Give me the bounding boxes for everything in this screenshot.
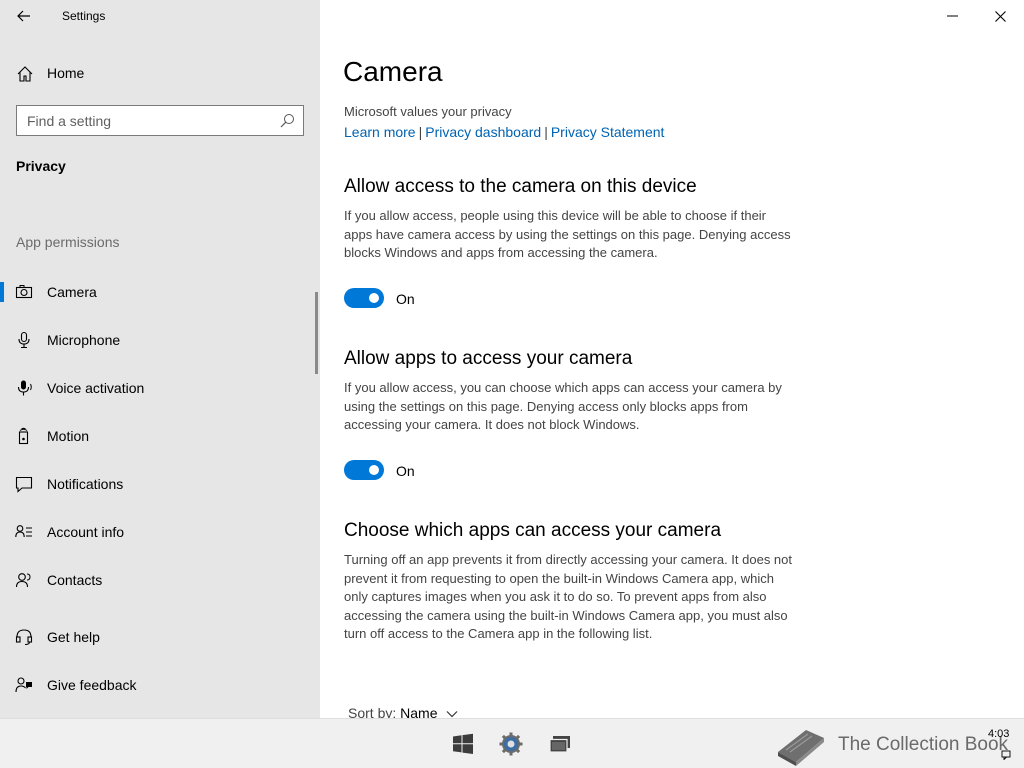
- section-heading-choose-apps: Choose which apps can access your camera: [344, 520, 722, 541]
- privacy-note: Microsoft values your privacy: [344, 104, 512, 119]
- privacy-statement-link[interactable]: Privacy Statement: [551, 124, 665, 140]
- watermark-text: The Collection Book: [838, 734, 1009, 755]
- sidebar-item-label: Voice activation: [47, 380, 145, 396]
- notifications-icon: [15, 476, 33, 493]
- microphone-icon: [18, 331, 30, 349]
- section-description: Turning off an app prevents it from dire…: [344, 552, 792, 641]
- app-title: Settings: [62, 9, 106, 23]
- sidebar-item-label: Contacts: [47, 572, 103, 588]
- home-icon: [17, 66, 33, 82]
- close-button[interactable]: [977, 0, 1023, 32]
- section-heading-app-access: Allow apps to access your camera: [344, 348, 633, 369]
- toggle-state-label: On: [396, 463, 415, 479]
- settings-gear-icon: [499, 732, 523, 756]
- sidebar-item-contacts[interactable]: Contacts: [0, 560, 316, 600]
- sidebar-item-account-info[interactable]: Account info: [0, 512, 316, 552]
- sidebar-item-camera[interactable]: Camera: [0, 272, 316, 312]
- sidebar-item-label: Home: [47, 65, 85, 81]
- account-info-icon: [15, 525, 32, 538]
- section-description: If you allow access, you can choose whic…: [344, 380, 782, 432]
- voice-activation-icon: [17, 380, 32, 396]
- selection-indicator: [0, 282, 4, 302]
- settings-taskbar-button[interactable]: [498, 731, 524, 757]
- sidebar-item-label: Motion: [47, 428, 90, 444]
- sidebar-item-motion[interactable]: Motion: [0, 416, 316, 456]
- back-button[interactable]: [10, 4, 38, 28]
- toggle-knob: [369, 465, 379, 475]
- search-input[interactable]: [17, 106, 267, 135]
- task-view-button[interactable]: [547, 731, 573, 757]
- clock[interactable]: 4:03: [988, 728, 1009, 740]
- app-camera-access-toggle[interactable]: [344, 460, 384, 480]
- section-heading-device-access: Allow access to the camera on this devic…: [344, 176, 697, 197]
- sidebar-item-label: Microphone: [47, 332, 121, 348]
- search-icon[interactable]: [280, 113, 295, 128]
- section-description: If you allow access, people using this d…: [344, 208, 791, 260]
- privacy-dashboard-link[interactable]: Privacy dashboard: [425, 124, 541, 140]
- sidebar-item-label: Get help: [47, 629, 100, 645]
- minimize-icon: [946, 15, 958, 17]
- get-help-icon: [15, 629, 33, 645]
- motion-icon: [18, 427, 29, 445]
- privacy-links: Learn more | Privacy dashboard | Privacy Sta…: [344, 124, 664, 140]
- sidebar-scrollbar[interactable]: [315, 292, 318, 374]
- title-bar: Settings: [0, 0, 320, 32]
- sidebar-item-microphone[interactable]: Microphone: [0, 320, 316, 360]
- windows-start-icon: [453, 733, 473, 754]
- sidebar: Settings Home Privacy App permissions Ca…: [0, 0, 320, 718]
- sidebar-item-notifications[interactable]: Notifications: [0, 464, 316, 504]
- sidebar-item-get-help[interactable]: Get help: [0, 617, 316, 657]
- learn-more-link[interactable]: Learn more: [344, 124, 416, 140]
- link-separator: |: [418, 124, 423, 140]
- page-title: Camera: [343, 56, 443, 87]
- sidebar-item-give-feedback[interactable]: Give feedback: [0, 665, 316, 705]
- give-feedback-icon: [15, 677, 32, 693]
- search-box: [16, 105, 304, 136]
- sidebar-item-voice-activation[interactable]: Voice activation: [0, 368, 316, 408]
- toggle-state-label: On: [396, 291, 415, 307]
- book-logo-icon: [778, 730, 824, 766]
- back-arrow-icon: [17, 10, 30, 22]
- device-camera-access-toggle[interactable]: [344, 288, 384, 308]
- group-title: App permissions: [16, 234, 120, 250]
- sidebar-item-home[interactable]: Home: [0, 56, 320, 90]
- taskbar: The Collection Book 4:03: [0, 718, 1024, 768]
- link-separator: |: [544, 124, 548, 140]
- main-content: Camera Microsoft values your privacy Lea…: [320, 0, 1024, 721]
- sidebar-item-label: Notifications: [47, 476, 124, 492]
- notification-icon[interactable]: [1001, 750, 1011, 760]
- toggle-knob: [369, 293, 379, 303]
- sidebar-item-label: Give feedback: [47, 677, 137, 693]
- close-icon: [994, 10, 1006, 22]
- sidebar-item-label: Camera: [47, 284, 97, 300]
- minimize-button[interactable]: [929, 0, 975, 32]
- contacts-icon: [15, 573, 31, 588]
- section-title: Privacy: [16, 158, 66, 174]
- camera-icon: [15, 285, 33, 299]
- task-view-icon: [549, 736, 570, 753]
- sidebar-item-label: Account info: [47, 524, 125, 540]
- start-button[interactable]: [450, 731, 476, 757]
